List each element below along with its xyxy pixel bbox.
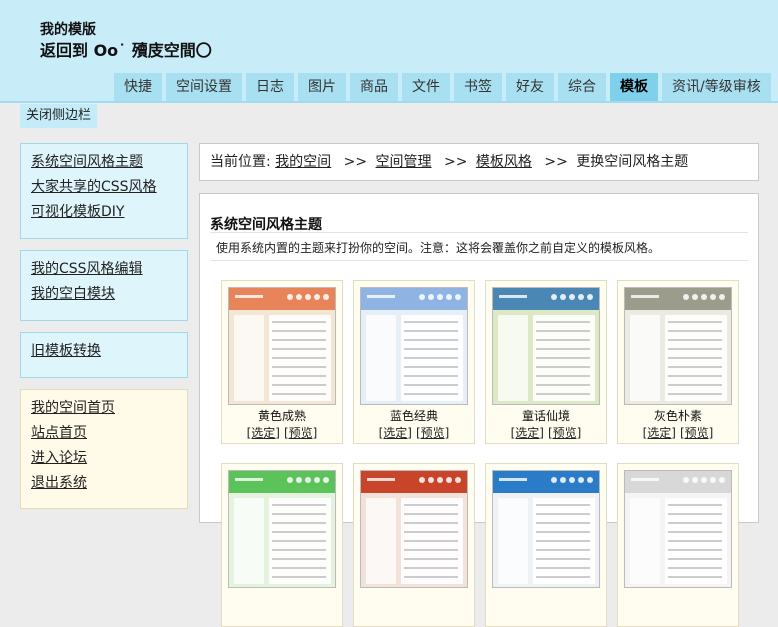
select-theme-button[interactable]: [选定] — [247, 426, 280, 440]
select-theme-button[interactable]: [选定] — [379, 426, 412, 440]
breadcrumb-template-style[interactable]: 模板风格 — [476, 154, 532, 170]
header-divider — [0, 101, 778, 103]
nav-tabs: 快捷 空间设置 日志 图片 商品 文件 书签 好友 综合 模板 资讯/等级审核 — [114, 73, 771, 101]
tab-pictures[interactable]: 图片 — [298, 73, 346, 101]
theme-card: 黄色成熟 [选定] [预览] — [221, 280, 343, 444]
sidebar-item-site-home[interactable]: 站点首页 — [31, 421, 177, 446]
theme-thumbnail[interactable] — [360, 287, 468, 405]
theme-name: 灰色朴素 — [653, 409, 702, 423]
tab-general[interactable]: 综合 — [558, 73, 606, 101]
tab-blog[interactable]: 日志 — [246, 73, 294, 101]
theme-actions: [选定] [预览] — [354, 424, 474, 441]
sidebar-item-my-blank-module[interactable]: 我的空白模块 — [31, 282, 177, 307]
theme-actions: [选定] [预览] — [618, 424, 738, 441]
breadcrumb: 当前位置: 我的空间 >> 空间管理 >> 模板风格 >> 更换空间风格主题 — [199, 143, 759, 181]
theme-actions: [选定] [预览] — [486, 424, 606, 441]
theme-card: 童话仙境 [选定] [预览] — [485, 280, 607, 444]
breadcrumb-separator: >> — [544, 154, 568, 170]
theme-thumbnail[interactable] — [624, 287, 732, 405]
theme-thumbnail[interactable] — [228, 470, 336, 588]
tab-templates[interactable]: 模板 — [610, 73, 658, 101]
select-theme-button[interactable]: [选定] — [511, 426, 544, 440]
tab-goods[interactable]: 商品 — [350, 73, 398, 101]
header: 我的模版 返回到 Oo˙ 殰庋空間〇 快捷 空间设置 日志 图片 商品 文件 书… — [0, 0, 778, 101]
sidebar-item-forum[interactable]: 进入论坛 — [31, 446, 177, 471]
tab-space-settings[interactable]: 空间设置 — [166, 73, 242, 101]
sidebar-item-system-themes[interactable]: 系统空间风格主题 — [31, 150, 177, 175]
sidebar-item-shared-css[interactable]: 大家共享的CSS风格 — [31, 175, 177, 200]
sidebar-item-my-css[interactable]: 我的CSS风格编辑 — [31, 257, 177, 282]
theme-card — [485, 463, 607, 627]
theme-name: 童话仙境 — [521, 409, 570, 423]
preview-theme-button[interactable]: [预览] — [416, 426, 449, 440]
section-description: 使用系统内置的主题来打扮你的空间。注意：这将会覆盖你之前自定义的模板风格。 — [216, 241, 661, 255]
theme-thumbnail[interactable] — [360, 470, 468, 588]
breadcrumb-space-manage[interactable]: 空间管理 — [376, 154, 432, 170]
theme-name: 黄色成熟 — [257, 409, 306, 423]
tab-shortcut[interactable]: 快捷 — [114, 73, 162, 101]
breadcrumb-current: 更换空间风格主题 — [576, 154, 689, 170]
tab-news-level[interactable]: 资讯/等级审核 — [662, 73, 771, 101]
sidebar-item-logout[interactable]: 退出系统 — [31, 471, 177, 496]
theme-card — [617, 463, 739, 627]
divider — [210, 260, 748, 261]
divider — [210, 232, 748, 233]
sidebar-item-my-space-home[interactable]: 我的空间首页 — [31, 396, 177, 421]
theme-name: 蓝色经典 — [389, 409, 438, 423]
preview-theme-button[interactable]: [预览] — [680, 426, 713, 440]
preview-theme-button[interactable]: [预览] — [548, 426, 581, 440]
theme-card — [221, 463, 343, 627]
breadcrumb-prefix: 当前位置: — [210, 154, 271, 170]
breadcrumb-separator: >> — [343, 154, 368, 170]
theme-thumbnail[interactable] — [492, 470, 600, 588]
tab-friends[interactable]: 好友 — [506, 73, 554, 101]
theme-thumbnail[interactable] — [492, 287, 600, 405]
breadcrumb-my-space[interactable]: 我的空间 — [275, 154, 331, 170]
sidebar-group-mine: 我的CSS风格编辑 我的空白模块 — [20, 250, 188, 321]
theme-thumbnail[interactable] — [228, 287, 336, 405]
breadcrumb-separator: >> — [444, 154, 468, 170]
sidebar-item-old-template-convert[interactable]: 旧模板转换 — [31, 339, 177, 364]
page-title: 我的模版 — [40, 22, 96, 38]
tab-files[interactable]: 文件 — [402, 73, 450, 101]
close-sidebar-button[interactable]: 关闭侧边栏 — [20, 104, 98, 128]
sidebar-group-convert: 旧模板转换 — [20, 332, 188, 378]
tab-bookmarks[interactable]: 书签 — [454, 73, 502, 101]
sidebar-group-nav: 我的空间首页 站点首页 进入论坛 退出系统 — [20, 389, 188, 509]
theme-card — [353, 463, 475, 627]
theme-card: 蓝色经典 [选定] [预览] — [353, 280, 475, 444]
sidebar-item-visual-diy[interactable]: 可视化模板DIY — [31, 200, 177, 225]
theme-actions: [选定] [预览] — [222, 424, 342, 441]
back-link[interactable]: 返回到 Oo˙ 殰庋空間〇 — [40, 37, 212, 61]
theme-thumbnail[interactable] — [624, 470, 732, 588]
theme-panel: 系统空间风格主题 使用系统内置的主题来打扮你的空间。注意：这将会覆盖你之前自定义… — [199, 193, 759, 627]
preview-theme-button[interactable]: [预览] — [284, 426, 317, 440]
select-theme-button[interactable]: [选定] — [643, 426, 676, 440]
sidebar-group-styles: 系统空间风格主题 大家共享的CSS风格 可视化模板DIY — [20, 143, 188, 239]
section-title: 系统空间风格主题 — [210, 217, 322, 233]
theme-card: 灰色朴素 [选定] [预览] — [617, 280, 739, 444]
